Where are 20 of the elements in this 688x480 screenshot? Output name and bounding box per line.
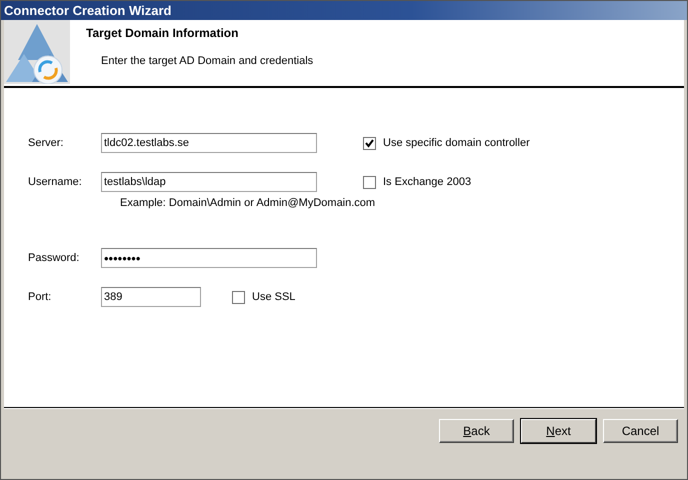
field-label: Password: (28, 252, 80, 264)
hint-text: Example: Domain\Admin or Admin@MyDomain.com (120, 197, 376, 209)
password-field[interactable]: •••••••• (101, 248, 317, 268)
field-label: Port: (28, 291, 52, 303)
field-label: Server: (28, 137, 64, 149)
port-field[interactable]: 389 (101, 287, 201, 307)
wizard-button[interactable]: Cancel (603, 419, 678, 443)
wizard-button[interactable]: Back (439, 419, 514, 443)
window-title: Connector Creation Wizard (4, 3, 172, 18)
username-field[interactable]: testlabs\ldap (101, 172, 317, 192)
page-subtitle: Enter the target AD Domain and credentials (101, 55, 314, 67)
logo-icon (4, 20, 70, 84)
checkmark-icon (365, 138, 374, 148)
server-field[interactable]: tldc02.testlabs.se (101, 133, 317, 153)
page-title: Target Domain Information (86, 26, 240, 40)
checkbox[interactable]: Is Exchange 2003 (363, 176, 472, 188)
checkbox[interactable]: Use SSL (232, 290, 296, 304)
field-label: Username: (28, 176, 83, 188)
checkbox[interactable]: Use specific domain controller (363, 136, 530, 150)
wizard-button[interactable]: Next (521, 419, 596, 443)
